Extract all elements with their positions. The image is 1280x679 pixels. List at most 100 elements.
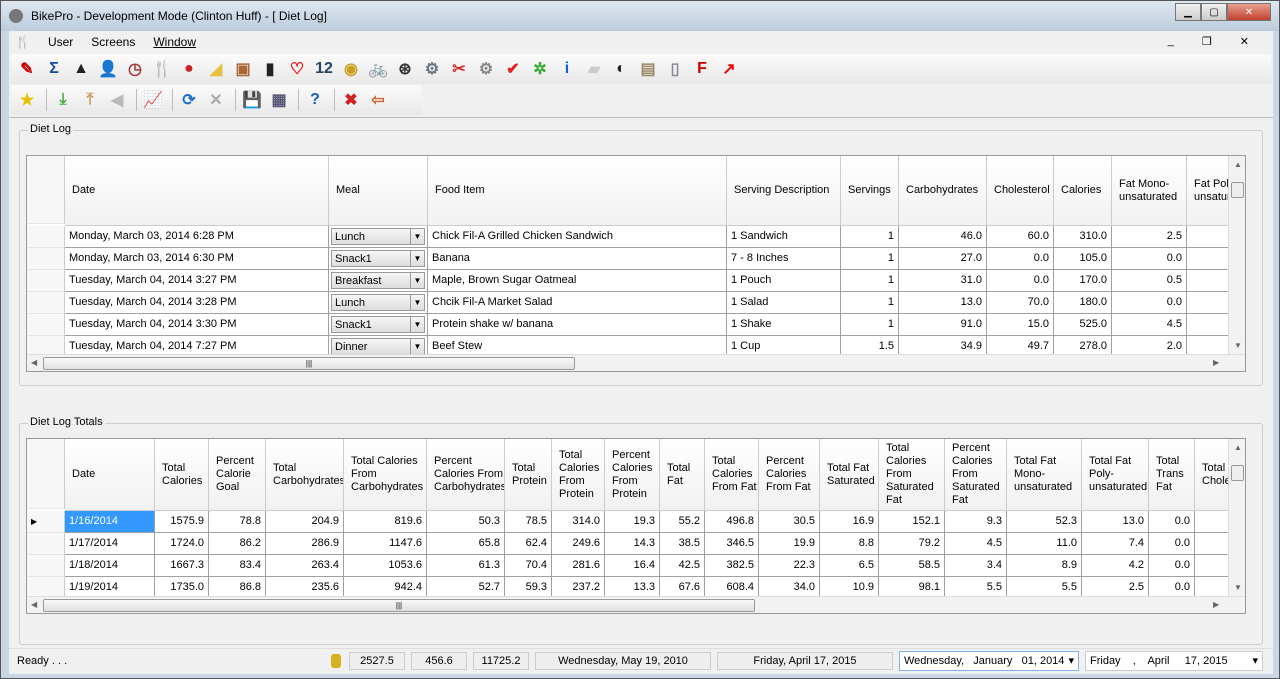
report-icon[interactable]: ✎ [15,57,39,81]
table-cell[interactable]: 263.4 [266,555,344,577]
table-cell[interactable]: 2.5 [1112,226,1187,248]
bicycle-icon[interactable]: 🚲 [366,57,390,81]
column-header[interactable]: Total Fat [660,439,705,511]
table-cell[interactable]: 79.2 [879,533,945,555]
gear-cassette-icon[interactable]: ⚙ [474,57,498,81]
table-cell[interactable]: 1 [841,314,899,336]
diet-log-totals-grid[interactable]: ▶ Date 1/16/2014 1/17/2014 1/18/2014 1/19/201… [26,438,1246,614]
calendar-icon[interactable]: 12 [312,57,336,81]
minimize-button[interactable]: ▁ [1175,3,1201,21]
column-header[interactable]: Calories [1054,156,1112,226]
table-cell[interactable]: 22.3 [759,555,820,577]
table-cell[interactable]: 16.9 [820,511,879,533]
table-cell[interactable]: 50.3 [427,511,505,533]
column-header[interactable]: Total Fat Saturated [820,439,879,511]
table-cell[interactable]: 9.3 [945,511,1007,533]
column-header[interactable]: Food Item [428,156,727,226]
chart-red-icon[interactable]: ↗ [717,57,741,81]
mdi-close-button[interactable]: ✕ [1240,35,1249,48]
stopwatch-icon[interactable]: ◉ [339,57,363,81]
row-header[interactable] [27,555,65,577]
column-header[interactable]: Total Carbohydrates [266,439,344,511]
meal-select[interactable]: Snack1 ▼ [331,250,425,267]
bear-icon[interactable]: ▰ [582,57,606,81]
table-cell[interactable]: 38.5 [660,533,705,555]
table-cell[interactable]: 7.4 [1082,533,1149,555]
table-cell[interactable]: Chcik Fil-A Market Salad [428,292,727,314]
column-header[interactable]: Percent Calories From Carbohydrates [427,439,505,511]
table-cell[interactable]: 1 Salad [727,292,841,314]
table-cell[interactable]: 8.8 [820,533,879,555]
tools-icon[interactable]: ✂ [447,57,471,81]
gears-icon[interactable]: ✲ [528,57,552,81]
cheese-icon[interactable]: ◢ [204,57,228,81]
row-header[interactable] [27,270,65,292]
menu-user[interactable]: User [48,35,73,49]
mountain-icon[interactable]: ▲ [69,57,93,81]
table-cell[interactable]: 1 Sandwich [727,226,841,248]
table-cell[interactable]: 1 Pouch [727,270,841,292]
table-cell[interactable]: 1 [841,270,899,292]
wheel-icon[interactable]: ⊛ [393,57,417,81]
table-cell[interactable]: 180.0 [1054,292,1112,314]
table-cell[interactable]: 19.3 [605,511,660,533]
export-icon[interactable]: ⤒ [78,88,102,112]
row-header[interactable] [27,248,65,270]
table-cell[interactable]: 60.0 [987,226,1054,248]
row-header[interactable] [27,292,65,314]
table-cell[interactable]: 819.6 [344,511,427,533]
table-cell[interactable]: 1724.0 [155,533,209,555]
table-cell[interactable]: 58.5 [879,555,945,577]
table-cell[interactable]: 8.9 [1007,555,1082,577]
table-cell[interactable]: 13.0 [899,292,987,314]
table-cell[interactable]: Tuesday, March 04, 2014 3:30 PM [65,314,329,336]
start-date-picker[interactable]: Wednesday, January 01, 2014 ▾ [899,650,1079,671]
table-cell[interactable]: 19.9 [759,533,820,555]
vertical-scrollbar[interactable]: ▲ ▼ [1228,156,1245,354]
save-all-icon[interactable]: ▦ [267,88,291,112]
table-cell[interactable]: 46.0 [899,226,987,248]
meal-select[interactable]: Snack1 ▼ [331,316,425,333]
table-cell[interactable]: Maple, Brown Sugar Oatmeal [428,270,727,292]
table-cell[interactable]: 249.6 [552,533,605,555]
meal-select[interactable]: Dinner ▼ [331,338,425,355]
column-header[interactable]: Total Calories From Saturated Fat [879,439,945,511]
apple-icon[interactable]: ● [177,57,201,81]
table-cell[interactable]: 0.5 [1112,270,1187,292]
help-icon[interactable]: ? [303,88,327,112]
table-cell[interactable]: Tuesday, March 04, 2014 3:27 PM [65,270,329,292]
refresh-icon[interactable]: ⟳ [177,88,201,112]
row-header[interactable] [27,226,65,248]
table-cell[interactable]: Tuesday, March 04, 2014 3:28 PM [65,292,329,314]
fork-knife-icon[interactable]: 🍴 [150,57,174,81]
column-header[interactable]: Percent Calorie Goal [209,439,266,511]
table-cell[interactable]: 286.9 [266,533,344,555]
menu-window[interactable]: Window [153,35,196,49]
column-header[interactable]: Serving Description [727,156,841,226]
table-cell[interactable]: 1 Shake [727,314,841,336]
table-cell[interactable]: 1/17/2014 [65,533,155,555]
table-cell[interactable]: 4.5 [945,533,1007,555]
meal-select[interactable]: Lunch ▼ [331,228,425,245]
table-cell[interactable]: 0.0 [987,248,1054,270]
column-header[interactable]: Total Protein [505,439,552,511]
table-cell[interactable]: 65.8 [427,533,505,555]
diet-log-grid[interactable]: Date Monday, March 03, 2014 6:28 PM Monday… [26,155,1246,372]
column-header[interactable]: Servings [841,156,899,226]
device-icon[interactable]: ▯ [663,57,687,81]
column-header[interactable]: Total Trans Fat [1149,439,1195,511]
table-cell[interactable]: 7 - 8 Inches [727,248,841,270]
table-cell[interactable]: 86.2 [209,533,266,555]
table-cell[interactable]: 0.0 [1112,292,1187,314]
phone-icon[interactable]: ▮ [258,57,282,81]
column-header[interactable]: Date [65,156,329,226]
column-header[interactable]: Date [65,439,155,511]
table-cell[interactable]: 61.3 [427,555,505,577]
table-cell[interactable]: 314.0 [552,511,605,533]
table-cell[interactable]: Banana [428,248,727,270]
bike-parts-icon[interactable]: ⚙ [420,57,444,81]
menu-screens[interactable]: Screens [91,35,135,49]
column-header[interactable]: Total Fat Mono-unsaturated [1007,439,1082,511]
table-cell[interactable]: 62.4 [505,533,552,555]
table-cell[interactable]: 14.3 [605,533,660,555]
